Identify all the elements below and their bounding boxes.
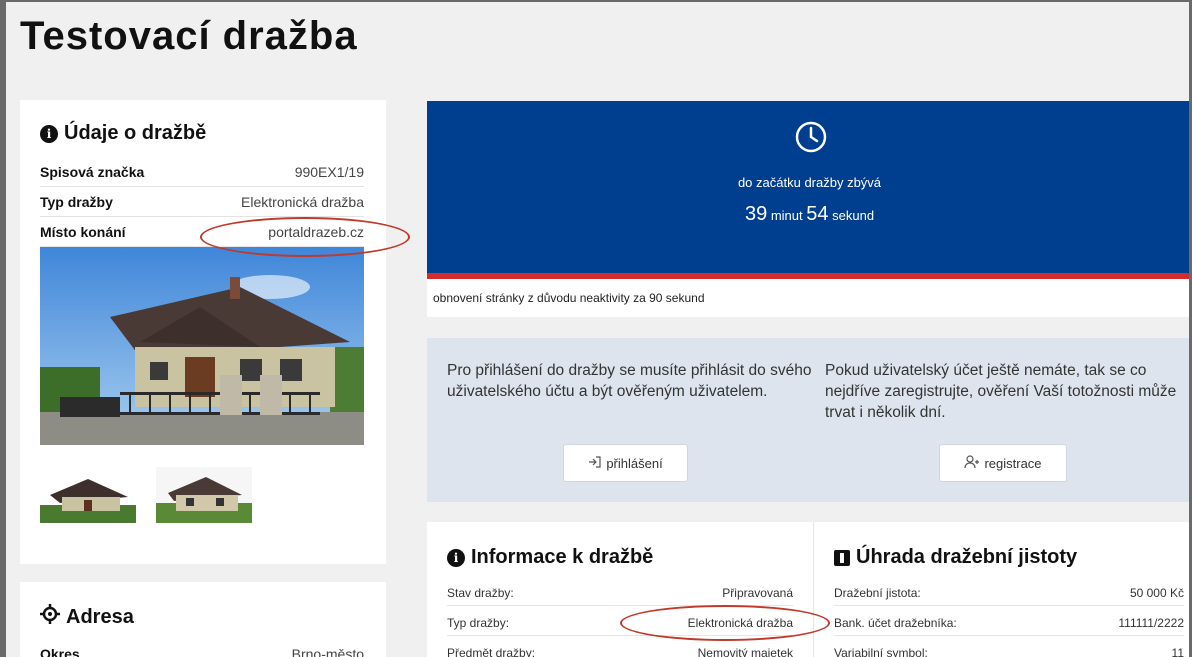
add-user-icon — [964, 454, 980, 472]
auction-details-title: Údaje o dražbě — [64, 122, 207, 144]
register-button-label: registrace — [984, 455, 1042, 471]
countdown-label: do začátku dražby zbývá — [737, 175, 882, 190]
deposit-label: Bank. účet dražebníka: — [834, 615, 957, 630]
info-value: Nemovitý majetek — [697, 645, 793, 657]
register-instructions: Pokud uživatelský účet ještě nemáte, tak… — [825, 362, 1177, 421]
deposit-row-amount: Dražební jistota: 50 000 Kč — [834, 580, 1184, 606]
info-value: Připravovaná — [722, 585, 793, 600]
deposit-value: 111111/2222 — [1118, 615, 1184, 630]
detail-value: Elektronická dražba — [241, 193, 364, 210]
deposit-label: Dražební jistota: — [834, 585, 921, 600]
detail-row-auction-type: Typ dražby Elektronická dražba — [40, 187, 364, 217]
property-thumbnail[interactable] — [156, 467, 252, 523]
deposit-value: 11 — [1171, 645, 1184, 657]
info-icon: i — [447, 548, 465, 567]
address-label: Okres — [40, 646, 80, 657]
detail-value: portaldrazeb.cz — [268, 223, 364, 240]
deposit-row-variable-symbol: Variabilní symbol: 11 — [834, 640, 1184, 657]
info-label: Předmět dražby: — [447, 645, 536, 657]
property-thumbnail[interactable] — [40, 467, 136, 523]
sign-in-icon — [588, 455, 602, 472]
payment-card-icon — [834, 549, 850, 566]
page-title: Testovací dražba — [20, 14, 358, 58]
property-photo[interactable] — [40, 247, 364, 445]
login-button-label: přihlášení — [606, 455, 663, 471]
auction-details-card: i Údaje o dražbě Spisová značka 990EX1/1… — [20, 100, 386, 564]
detail-row-venue: Místo konání portaldrazeb.cz — [40, 217, 364, 247]
location-target-icon — [40, 604, 60, 630]
auction-info-heading: i Informace k dražbě — [447, 546, 827, 569]
countdown-panel: do začátku dražby zbývá 39 minut 54 seku… — [427, 101, 1192, 279]
section-divider — [813, 522, 814, 657]
countdown-minutes: 39 — [744, 203, 768, 225]
countdown-time: 39 minut 54 sekund — [427, 203, 1192, 226]
info-row-type: Typ dražby: Elektronická dražba — [447, 610, 793, 636]
info-label: Stav dražby: — [447, 585, 514, 600]
login-instructions: Pro přihlášení do dražby se musíte přihl… — [447, 362, 812, 400]
address-row-district: Okres Brno-město — [40, 646, 364, 657]
address-heading: Adresa — [40, 604, 134, 630]
detail-row-case-number: Spisová značka 990EX1/19 — [40, 157, 364, 187]
info-row-status: Stav dražby: Připravovaná — [447, 580, 793, 606]
deposit-row-bank-account: Bank. účet dražebníka: 111111/2222 — [834, 610, 1184, 636]
login-button[interactable]: přihlášení — [563, 444, 688, 482]
info-icon: i — [40, 124, 58, 143]
info-value: Elektronická dražba — [687, 615, 793, 630]
register-button[interactable]: registrace — [939, 444, 1067, 482]
refresh-notice: obnovení stránky z důvodu neaktivity za … — [427, 279, 1192, 317]
info-row-subject: Předmět dražby: Nemovitý majetek — [447, 640, 793, 657]
detail-label: Místo konání — [40, 223, 126, 240]
clock-icon — [795, 121, 827, 158]
address-value: Brno-město — [291, 646, 364, 657]
info-label: Typ dražby: — [447, 615, 510, 630]
deposit-value: 50 000 Kč — [1129, 585, 1184, 600]
countdown-seconds: 54 — [806, 203, 829, 225]
address-title: Adresa — [66, 605, 134, 628]
detail-value: 990EX1/19 — [294, 163, 364, 180]
address-card: Adresa Okres Brno-město — [20, 582, 386, 657]
auction-info-title: Informace k dražbě — [471, 546, 654, 568]
auction-details-heading: i Údaje o dražbě — [40, 122, 206, 145]
countdown-minutes-unit: minut — [770, 208, 803, 223]
deposit-heading: Úhrada dražební jistoty — [834, 546, 1192, 569]
countdown-seconds-unit: sekund — [832, 208, 875, 223]
detail-label: Spisová značka — [40, 163, 145, 180]
login-panel: Pro přihlášení do dražby se musíte přihl… — [427, 338, 1192, 502]
deposit-title: Úhrada dražební jistoty — [856, 546, 1078, 568]
auction-info-panel: i Informace k dražbě Stav dražby: Připra… — [427, 522, 1192, 657]
deposit-label: Variabilní symbol: — [834, 645, 928, 657]
detail-label: Typ dražby — [40, 193, 113, 210]
